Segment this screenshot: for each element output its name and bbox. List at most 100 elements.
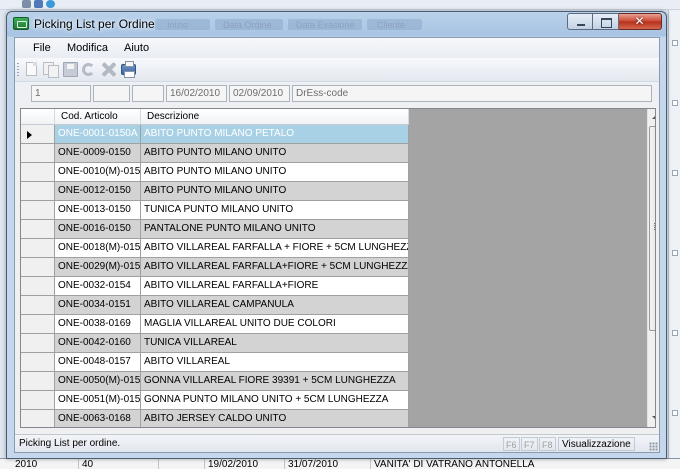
f8-key[interactable]: F8 — [539, 437, 556, 451]
grid-vertical-scrollbar[interactable] — [647, 109, 655, 427]
articles-grid[interactable]: Cod. Articolo Descrizione ONE-0001-0150A… — [20, 108, 656, 428]
row-header[interactable] — [21, 144, 55, 163]
table-row[interactable]: ONE-0051(M)-0150 GONNA PUNTO MILANO UNITO… — [21, 391, 409, 410]
print-icon[interactable] — [121, 61, 136, 78]
table-row[interactable]: ONE-0042-0160 TUNICA VILLAREAL — [21, 334, 409, 353]
cell-description[interactable]: ABITO VILLAREAL FARFALLA + FIORE + 5CM L… — [141, 239, 409, 258]
row-header[interactable] — [21, 353, 55, 372]
f7-key[interactable]: F7 — [521, 437, 538, 451]
cell-code[interactable]: ONE-0001-0150A — [55, 125, 141, 144]
row-header[interactable] — [21, 334, 55, 353]
table-row[interactable]: ONE-0013-0150 TUNICA PUNTO MILANO UNITO — [21, 201, 409, 220]
cell-description[interactable]: ABITO VILLAREAL — [141, 353, 409, 372]
row-header[interactable] — [21, 296, 55, 315]
row-header[interactable] — [21, 258, 55, 277]
menu-file[interactable]: File — [33, 41, 51, 56]
table-row[interactable]: ONE-0029(M)-0154 ABITO VILLAREAL FARFALLA… — [21, 258, 409, 277]
row-header[interactable] — [21, 182, 55, 201]
table-row[interactable]: ONE-0050(M)-0156 GONNA VILLAREAL FIORE 39… — [21, 372, 409, 391]
cell-description[interactable]: ABITO PUNTO MILANO UNITO — [141, 163, 409, 182]
row-header[interactable] — [21, 125, 55, 144]
menu-modifica[interactable]: Modifica — [67, 41, 108, 56]
row-header[interactable] — [21, 163, 55, 182]
cell-description[interactable]: MAGLIA VILLAREAL UNITO DUE COLORI — [141, 315, 409, 334]
cell-code[interactable]: ONE-0034-0151 — [55, 296, 141, 315]
column-header-code[interactable]: Cod. Articolo — [55, 109, 141, 124]
cell-code[interactable]: ONE-0009-0150 — [55, 144, 141, 163]
table-row[interactable]: ONE-0034-0151 ABITO VILLAREAL CAMPANULA — [21, 296, 409, 315]
row-header[interactable] — [21, 277, 55, 296]
resize-grip[interactable] — [649, 442, 658, 451]
table-row[interactable]: ONE-0001-0150A ABITO PUNTO MILANO PETALO — [21, 125, 409, 144]
cell-code[interactable]: ONE-0051(M)-0150 — [55, 391, 141, 410]
table-row[interactable]: ONE-0009-0150 ABITO PUNTO MILANO UNITO — [21, 144, 409, 163]
scroll-thumb[interactable] — [649, 126, 655, 331]
cell-description[interactable]: ABITO VILLAREAL FARFALLA+FIORE — [141, 277, 409, 296]
cell-description[interactable]: ABITO VILLAREAL CAMPANULA — [141, 296, 409, 315]
order-date-field[interactable]: 16/02/2010 — [166, 85, 227, 102]
row-header[interactable] — [21, 372, 55, 391]
scroll-down-button[interactable] — [648, 410, 655, 427]
blank-field-b[interactable] — [132, 85, 164, 102]
title-bar[interactable]: Picking List per Ordine Inizio Data Ordi… — [7, 12, 666, 37]
close-button[interactable]: ✕ — [619, 13, 662, 30]
cell-code[interactable]: ONE-0029(M)-0154 — [55, 258, 141, 277]
cell-code[interactable]: ONE-0013-0150 — [55, 201, 141, 220]
delivery-date-field[interactable]: 02/09/2010 — [229, 85, 290, 102]
minimize-button[interactable] — [567, 13, 593, 30]
cell-code[interactable]: ONE-0032-0154 — [55, 277, 141, 296]
table-row[interactable]: ONE-0048-0157 ABITO VILLAREAL — [21, 353, 409, 372]
cell-description[interactable]: GONNA VILLAREAL FIORE 39391 + 5CM LUNGHE… — [141, 372, 409, 391]
customer-field[interactable]: DrEss-code — [292, 85, 652, 102]
background-tick-icon — [672, 40, 678, 46]
table-row[interactable]: ONE-0038-0169 MAGLIA VILLAREAL UNITO DUE … — [21, 315, 409, 334]
background-cell: 40 — [78, 459, 158, 469]
background-toolbar — [0, 0, 680, 10]
cell-code[interactable]: ONE-0038-0169 — [55, 315, 141, 334]
scroll-up-button[interactable] — [648, 109, 655, 126]
table-row[interactable]: ONE-0032-0154 ABITO VILLAREAL FARFALLA+FI… — [21, 277, 409, 296]
delete-icon[interactable] — [101, 62, 116, 77]
row-header[interactable] — [21, 410, 55, 427]
cell-code[interactable]: ONE-0018(M)-0154 — [55, 239, 141, 258]
cell-code[interactable]: ONE-0050(M)-0156 — [55, 372, 141, 391]
row-header[interactable] — [21, 239, 55, 258]
copy-icon[interactable] — [43, 62, 59, 78]
cell-description[interactable]: TUNICA VILLAREAL — [141, 334, 409, 353]
row-header[interactable] — [21, 391, 55, 410]
column-header-description[interactable]: Descrizione — [141, 109, 409, 124]
cell-description[interactable]: PANTALONE PUNTO MILANO UNITO — [141, 220, 409, 239]
row-header[interactable] — [21, 220, 55, 239]
table-row[interactable]: ONE-0063-0168 ABITO JERSEY CALDO UNITO — [21, 410, 409, 427]
cell-description[interactable]: ABITO PUNTO MILANO UNITO — [141, 182, 409, 201]
table-row[interactable]: ONE-0016-0150 PANTALONE PUNTO MILANO UNIT… — [21, 220, 409, 239]
maximize-button[interactable] — [593, 13, 619, 30]
refresh-icon[interactable] — [82, 63, 95, 76]
toolbar-grip[interactable] — [17, 63, 19, 77]
cell-code[interactable]: ONE-0016-0150 — [55, 220, 141, 239]
blank-field-a[interactable] — [93, 85, 130, 102]
cell-code[interactable]: ONE-0042-0160 — [55, 334, 141, 353]
table-row[interactable]: ONE-0010(M)-0150 ABITO PUNTO MILANO UNITO — [21, 163, 409, 182]
cell-description[interactable]: TUNICA PUNTO MILANO UNITO — [141, 201, 409, 220]
row-header[interactable] — [21, 201, 55, 220]
table-row[interactable]: ONE-0018(M)-0154 ABITO VILLAREAL FARFALLA… — [21, 239, 409, 258]
app-icon[interactable] — [13, 17, 29, 30]
background-cell: 31/07/2010 — [284, 459, 370, 469]
cell-description[interactable]: ABITO JERSEY CALDO UNITO — [141, 410, 409, 427]
save-icon[interactable] — [63, 62, 78, 77]
cell-description[interactable]: ABITO VILLAREAL FARFALLA+FIORE + 5CM LUN… — [141, 258, 409, 277]
cell-description[interactable]: ABITO PUNTO MILANO PETALO — [141, 125, 409, 144]
cell-code[interactable]: ONE-0063-0168 — [55, 410, 141, 427]
cell-description[interactable]: GONNA PUNTO MILANO UNITO + 5CM LUNGHEZZA — [141, 391, 409, 410]
row-header[interactable] — [21, 315, 55, 334]
menu-aiuto[interactable]: Aiuto — [124, 41, 149, 56]
order-number-field[interactable]: 1 — [31, 85, 91, 102]
cell-description[interactable]: ABITO PUNTO MILANO UNITO — [141, 144, 409, 163]
cell-code[interactable]: ONE-0010(M)-0150 — [55, 163, 141, 182]
cell-code[interactable]: ONE-0048-0157 — [55, 353, 141, 372]
f6-key[interactable]: F6 — [503, 437, 520, 451]
table-row[interactable]: ONE-0012-0150 ABITO PUNTO MILANO UNITO — [21, 182, 409, 201]
cell-code[interactable]: ONE-0012-0150 — [55, 182, 141, 201]
new-icon[interactable] — [26, 62, 37, 76]
